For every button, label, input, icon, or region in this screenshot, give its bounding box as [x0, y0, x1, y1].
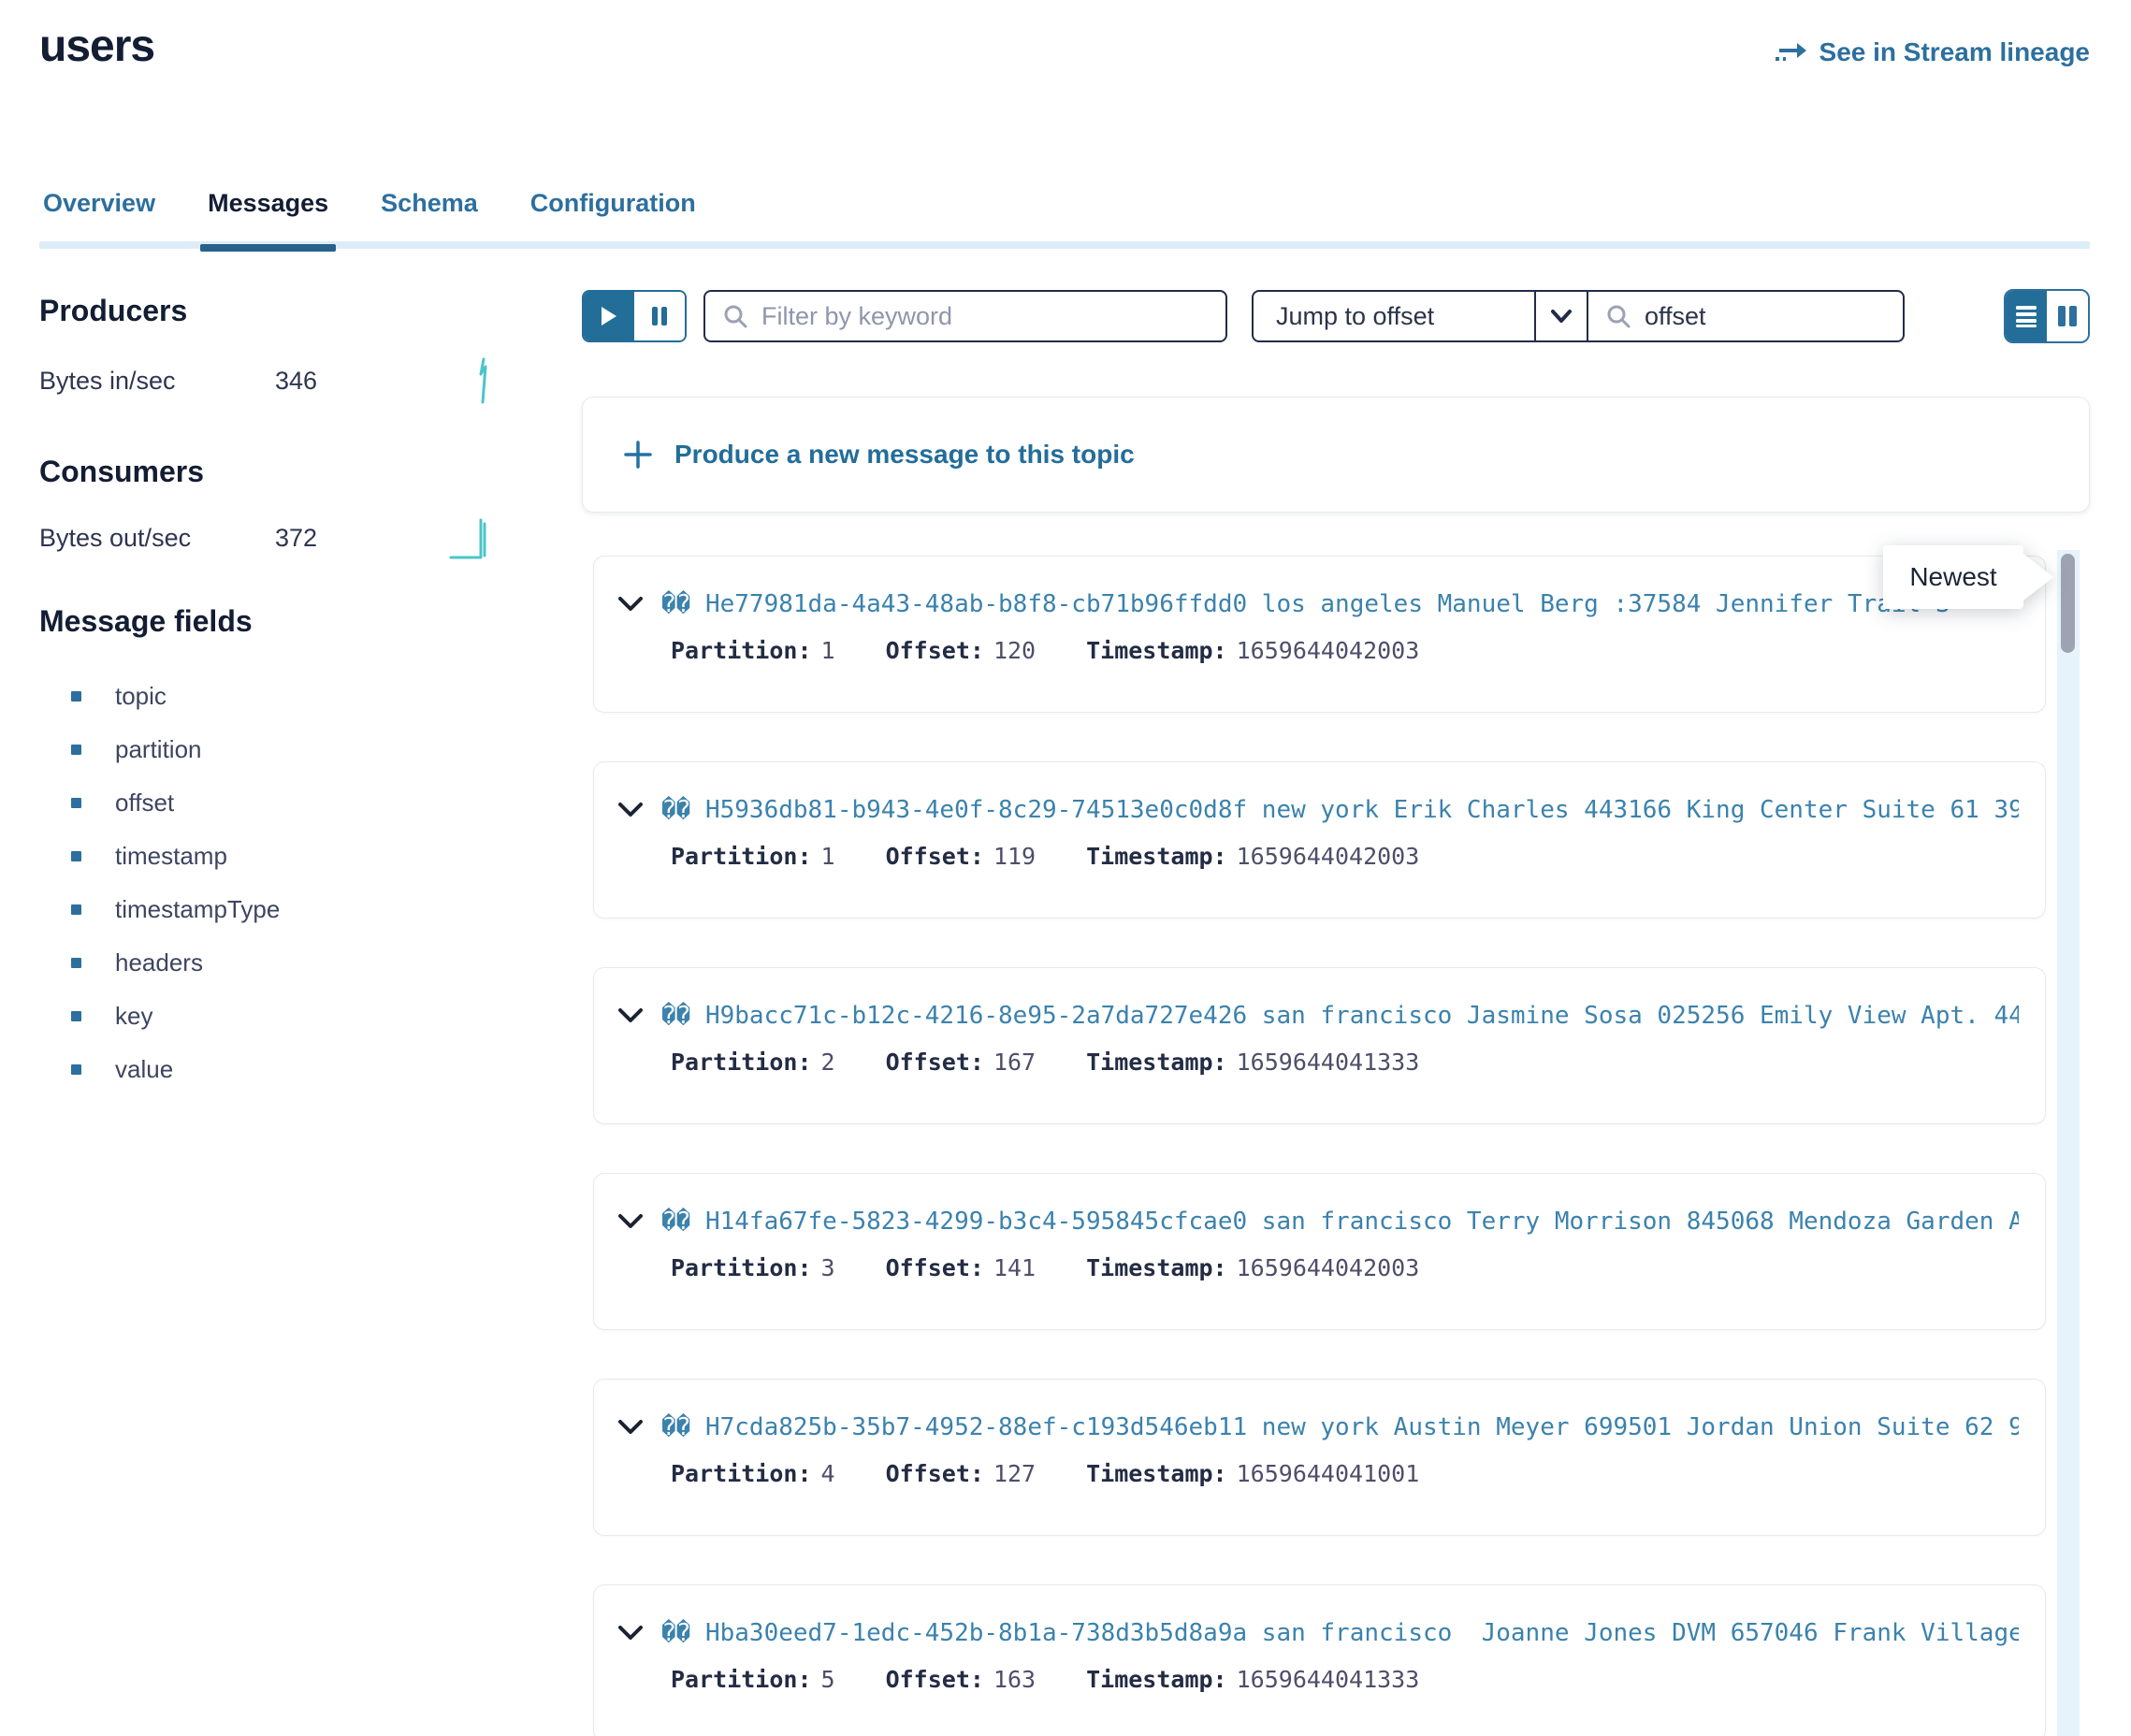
- tab-bar: OverviewMessagesSchemaConfiguration: [39, 180, 2090, 249]
- search-icon: [1605, 303, 1631, 329]
- play-pause-toggle: [582, 290, 687, 342]
- bullet-icon: [71, 904, 81, 915]
- jump-to-offset-control: Jump to offset: [1252, 290, 1905, 342]
- field-item-timestamp[interactable]: timestamp: [39, 830, 280, 883]
- offset-input[interactable]: [1645, 302, 1869, 331]
- pause-button[interactable]: [634, 292, 685, 340]
- field-item-partition[interactable]: partition: [39, 723, 280, 776]
- message-key: �� H7cda825b-35b7-4952-88ef-c193d546eb11…: [661, 1413, 2019, 1441]
- page-title: users: [39, 21, 154, 72]
- message-key: �� H5936db81-b943-4e0f-8c29-74513e0c0d8f…: [661, 796, 2019, 824]
- message-meta: Partition:1 Offset:120 Timestamp:1659644…: [671, 637, 2019, 664]
- messages-panel: Jump to offset: [582, 290, 2090, 1736]
- offset-search: [1588, 292, 1903, 340]
- message-list: �� He77981da-4a43-48ab-b8f8-cb71b96ffdd0…: [582, 556, 2090, 1736]
- stream-lineage-icon: [1775, 39, 1808, 65]
- messages-toolbar: Jump to offset: [582, 290, 2090, 342]
- chevron-down-icon[interactable]: [616, 1006, 645, 1025]
- chevron-down-icon: [1550, 309, 1573, 324]
- field-item-timestampType[interactable]: timestampType: [39, 883, 280, 936]
- play-icon: [601, 306, 617, 326]
- message-row[interactable]: �� H7cda825b-35b7-4952-88ef-c193d546eb11…: [593, 1379, 2046, 1536]
- scrollbar-thumb[interactable]: [2061, 554, 2075, 653]
- newest-tooltip-label: Newest: [1883, 545, 2023, 609]
- message-fields-heading: Message fields: [39, 604, 253, 639]
- lineage-link-label: See in Stream lineage: [1819, 37, 2090, 67]
- message-meta: Partition:3 Offset:141 Timestamp:1659644…: [671, 1254, 2019, 1281]
- bytes-in-metric: Bytes in/sec 346: [39, 354, 526, 408]
- message-meta: Partition:4 Offset:127 Timestamp:1659644…: [671, 1460, 2019, 1487]
- bytes-out-metric: Bytes out/sec 372: [39, 511, 526, 565]
- field-item-headers[interactable]: headers: [39, 936, 280, 990]
- chevron-down-icon[interactable]: [616, 1624, 645, 1642]
- field-item-value[interactable]: value: [39, 1043, 280, 1096]
- bullet-icon: [71, 1064, 81, 1075]
- bullet-icon: [71, 691, 81, 702]
- message-meta: Partition:5 Offset:163 Timestamp:1659644…: [671, 1666, 2019, 1693]
- bytes-in-value: 346: [275, 367, 317, 396]
- bytes-in-sparkline: [449, 355, 494, 406]
- bytes-out-value: 372: [275, 524, 317, 553]
- chevron-down-icon[interactable]: [616, 1212, 645, 1231]
- message-row[interactable]: �� H9bacc71c-b12c-4216-8e95-2a7da727e426…: [593, 967, 2046, 1124]
- bytes-out-sparkline: [449, 513, 494, 563]
- split-view-button[interactable]: [2047, 291, 2088, 341]
- select-caret-button[interactable]: [1534, 292, 1588, 340]
- chevron-down-icon[interactable]: [616, 595, 645, 614]
- message-key: �� H9bacc71c-b12c-4216-8e95-2a7da727e426…: [661, 1002, 2019, 1030]
- list-view-icon: [2014, 304, 2038, 328]
- bullet-icon: [71, 798, 81, 808]
- produce-message-label: Produce a new message to this topic: [674, 440, 1135, 470]
- keyword-filter: [703, 290, 1227, 342]
- chevron-down-icon[interactable]: [616, 1418, 645, 1437]
- message-row[interactable]: �� H14fa67fe-5823-4299-b3c4-595845cfcae0…: [593, 1173, 2046, 1330]
- produce-message-button[interactable]: Produce a new message to this topic: [582, 397, 2090, 513]
- field-item-key[interactable]: key: [39, 990, 280, 1043]
- producers-heading: Producers: [39, 294, 187, 328]
- message-row[interactable]: �� Hba30eed7-1edc-452b-8b1a-738d3b5d8a9a…: [593, 1584, 2046, 1736]
- list-view-button[interactable]: [2006, 291, 2047, 341]
- bytes-in-label: Bytes in/sec: [39, 367, 275, 396]
- field-item-topic[interactable]: topic: [39, 670, 280, 723]
- scrollbar-track: [2057, 550, 2080, 1736]
- topic-page: users See in Stream lineage OverviewMess…: [0, 0, 2131, 1736]
- message-row[interactable]: �� He77981da-4a43-48ab-b8f8-cb71b96ffdd0…: [593, 556, 2046, 713]
- message-meta: Partition:1 Offset:119 Timestamp:1659644…: [671, 843, 2019, 870]
- bullet-icon: [71, 1011, 81, 1021]
- play-button[interactable]: [584, 292, 634, 340]
- field-item-offset[interactable]: offset: [39, 776, 280, 830]
- tab-underline: [39, 241, 2090, 249]
- message-meta: Partition:2 Offset:167 Timestamp:1659644…: [671, 1049, 2019, 1076]
- message-key: �� Hba30eed7-1edc-452b-8b1a-738d3b5d8a9a…: [661, 1619, 2019, 1647]
- split-view-icon: [2055, 304, 2080, 328]
- plus-icon: [624, 441, 652, 469]
- message-key: �� H14fa67fe-5823-4299-b3c4-595845cfcae0…: [661, 1208, 2019, 1236]
- bullet-icon: [71, 745, 81, 755]
- newest-tooltip: Newest: [1883, 545, 2023, 609]
- see-in-stream-lineage-link[interactable]: See in Stream lineage: [1775, 37, 2090, 67]
- filter-input[interactable]: [761, 302, 1209, 331]
- bullet-icon: [71, 958, 81, 968]
- message-key: �� He77981da-4a43-48ab-b8f8-cb71b96ffdd0…: [661, 590, 1950, 618]
- bullet-icon: [71, 851, 81, 861]
- chevron-down-icon[interactable]: [616, 801, 645, 819]
- message-fields-list: topicpartitionoffsettimestamptimestampTy…: [39, 670, 280, 1096]
- consumers-heading: Consumers: [39, 455, 204, 489]
- bytes-out-label: Bytes out/sec: [39, 524, 275, 553]
- view-mode-toggle: [2004, 289, 2090, 343]
- pause-icon: [651, 306, 668, 326]
- jump-mode-select[interactable]: Jump to offset: [1254, 292, 1534, 340]
- message-row[interactable]: �� H5936db81-b943-4e0f-8c29-74513e0c0d8f…: [593, 761, 2046, 919]
- search-icon: [722, 303, 748, 329]
